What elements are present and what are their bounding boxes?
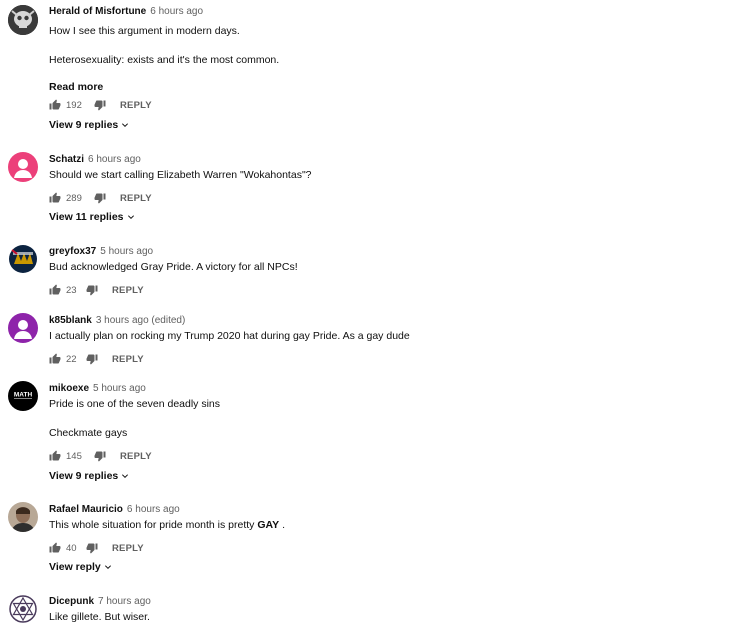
thumb-down-icon[interactable] — [94, 450, 106, 462]
comment-line: This whole situation for pride month is … — [49, 519, 285, 532]
comment-actions: 289 REPLY — [49, 191, 152, 205]
timestamp[interactable]: 6 hours ago — [88, 154, 141, 165]
sports-logo-avatar[interactable] — [8, 244, 38, 274]
skull-avatar[interactable] — [8, 5, 38, 35]
view-replies-label: View reply — [49, 561, 101, 573]
reply-button[interactable]: REPLY — [112, 354, 144, 365]
comment-text: Like gillete. But wiser. — [49, 611, 150, 624]
comment: Rafael Mauricio 6 hours ago This whole si… — [0, 498, 736, 582]
math-logo-avatar[interactable]: MATH — [8, 381, 38, 411]
author-name[interactable]: Schatzi — [49, 154, 84, 165]
view-replies-label: View 9 replies — [49, 119, 119, 131]
timestamp[interactable]: 6 hours ago — [127, 504, 180, 515]
timestamp[interactable]: 7 hours ago — [98, 596, 151, 607]
comment-line: Pride is one of the seven deadly sins — [49, 398, 221, 410]
comment-actions: 22 REPLY — [49, 352, 144, 366]
thumb-down-icon[interactable] — [86, 284, 98, 296]
comment-header: mikoexe 5 hours ago — [49, 383, 146, 395]
comment-text: How I see this argument in modern days. … — [49, 25, 726, 67]
thumb-down-icon[interactable] — [94, 99, 106, 111]
view-replies-button[interactable]: View reply — [49, 561, 112, 573]
comment-actions: 192 REPLY — [49, 98, 152, 112]
comment-line: Checkmate gays — [49, 427, 128, 439]
reply-button[interactable]: REPLY — [112, 543, 144, 554]
comment-header: k85blank 3 hours ago (edited) — [49, 315, 185, 327]
comment-actions: 145 REPLY — [49, 449, 152, 463]
thumb-down-icon[interactable] — [86, 353, 98, 365]
like-count: 23 — [66, 284, 77, 296]
comment-text: I actually plan on rocking my Trump 2020… — [49, 330, 410, 343]
comment-text: Pride is one of the seven deadly sins Ch… — [49, 398, 220, 440]
view-replies-label: View 9 replies — [49, 470, 119, 482]
comment: k85blank 3 hours ago (edited) I actually … — [0, 309, 736, 373]
chevron-down-icon — [121, 121, 129, 129]
author-name[interactable]: greyfox37 — [49, 246, 96, 257]
comment: MATH mikoexe 5 hours ago Pride is one of … — [0, 377, 736, 487]
thumb-up-icon[interactable] — [49, 450, 61, 462]
author-name[interactable]: k85blank — [49, 315, 92, 326]
timestamp[interactable]: 5 hours ago — [93, 383, 146, 394]
timestamp[interactable]: 6 hours ago — [150, 6, 203, 17]
author-name[interactable]: Rafael Mauricio — [49, 504, 123, 515]
view-replies-button[interactable]: View 9 replies — [49, 470, 129, 482]
timestamp[interactable]: 3 hours ago (edited) — [96, 315, 186, 326]
comment-header: greyfox37 5 hours ago — [49, 246, 153, 258]
reply-button[interactable]: REPLY — [120, 451, 152, 462]
comment: Schatzi 6 hours ago Should we start calli… — [0, 148, 736, 232]
default-person-avatar[interactable] — [8, 313, 38, 343]
comment-line: Like gillete. But wiser. — [49, 611, 150, 623]
comment: greyfox37 5 hours ago Bud acknowledged Gr… — [0, 240, 736, 304]
read-more-link[interactable]: Read more — [49, 81, 726, 93]
comment-header: Schatzi 6 hours ago — [49, 154, 141, 166]
like-count: 192 — [66, 99, 82, 111]
comment-text: Should we start calling Elizabeth Warren… — [49, 169, 312, 182]
thumb-up-icon[interactable] — [49, 542, 61, 554]
thumb-up-icon[interactable] — [49, 192, 61, 204]
view-replies-label: View 11 replies — [49, 211, 124, 223]
author-name[interactable]: mikoexe — [49, 383, 89, 394]
author-name[interactable]: Herald of Misfortune — [49, 6, 146, 17]
chevron-down-icon — [127, 213, 135, 221]
comment-actions: 40 REPLY — [49, 541, 144, 555]
comment-line: Bud acknowledged Gray Pride. A victory f… — [49, 261, 298, 273]
comment-text-part: . — [279, 519, 285, 531]
like-count: 40 — [66, 542, 77, 554]
thumb-down-icon[interactable] — [86, 542, 98, 554]
comment-text: This whole situation for pride month is … — [49, 519, 285, 532]
thumb-up-icon[interactable] — [49, 284, 61, 296]
reply-button[interactable]: REPLY — [120, 193, 152, 204]
photo-avatar[interactable] — [8, 502, 38, 532]
thumb-down-icon[interactable] — [94, 192, 106, 204]
comment-actions: 23 REPLY — [49, 283, 144, 297]
author-name[interactable]: Dicepunk — [49, 596, 94, 607]
comment: Herald of Misfortune 6 hours ago How I se… — [0, 0, 736, 140]
math-logo-text: MATH — [14, 392, 33, 399]
default-person-avatar[interactable] — [8, 152, 38, 182]
like-count: 22 — [66, 353, 77, 365]
comment-header: Dicepunk 7 hours ago — [49, 596, 151, 608]
view-replies-button[interactable]: View 11 replies — [49, 211, 135, 223]
comment-line: Heterosexuality: exists and it's the mos… — [49, 54, 280, 66]
reply-button[interactable]: REPLY — [112, 285, 144, 296]
comment: Dicepunk 7 hours ago Like gillete. But wi… — [0, 590, 736, 626]
comment-line: How I see this argument in modern days. — [49, 25, 240, 37]
like-count: 145 — [66, 450, 82, 462]
comment-header: Herald of Misfortune 6 hours ago — [49, 6, 726, 18]
comment-text-part: This whole situation for pride month is … — [49, 519, 258, 531]
comment-text-bold: GAY — [257, 519, 280, 531]
comment-header: Rafael Mauricio 6 hours ago — [49, 504, 180, 516]
chevron-down-icon — [104, 563, 112, 571]
reply-button[interactable]: REPLY — [120, 100, 152, 111]
comment-line: Should we start calling Elizabeth Warren… — [49, 169, 312, 181]
like-count: 289 — [66, 192, 82, 204]
comment-text: Bud acknowledged Gray Pride. A victory f… — [49, 261, 298, 274]
comment-line: I actually plan on rocking my Trump 2020… — [49, 330, 410, 342]
hexagram-avatar[interactable] — [8, 594, 38, 624]
timestamp[interactable]: 5 hours ago — [100, 246, 153, 257]
thumb-up-icon[interactable] — [49, 99, 61, 111]
thumb-up-icon[interactable] — [49, 353, 61, 365]
view-replies-button[interactable]: View 9 replies — [49, 119, 129, 131]
chevron-down-icon — [121, 472, 129, 480]
